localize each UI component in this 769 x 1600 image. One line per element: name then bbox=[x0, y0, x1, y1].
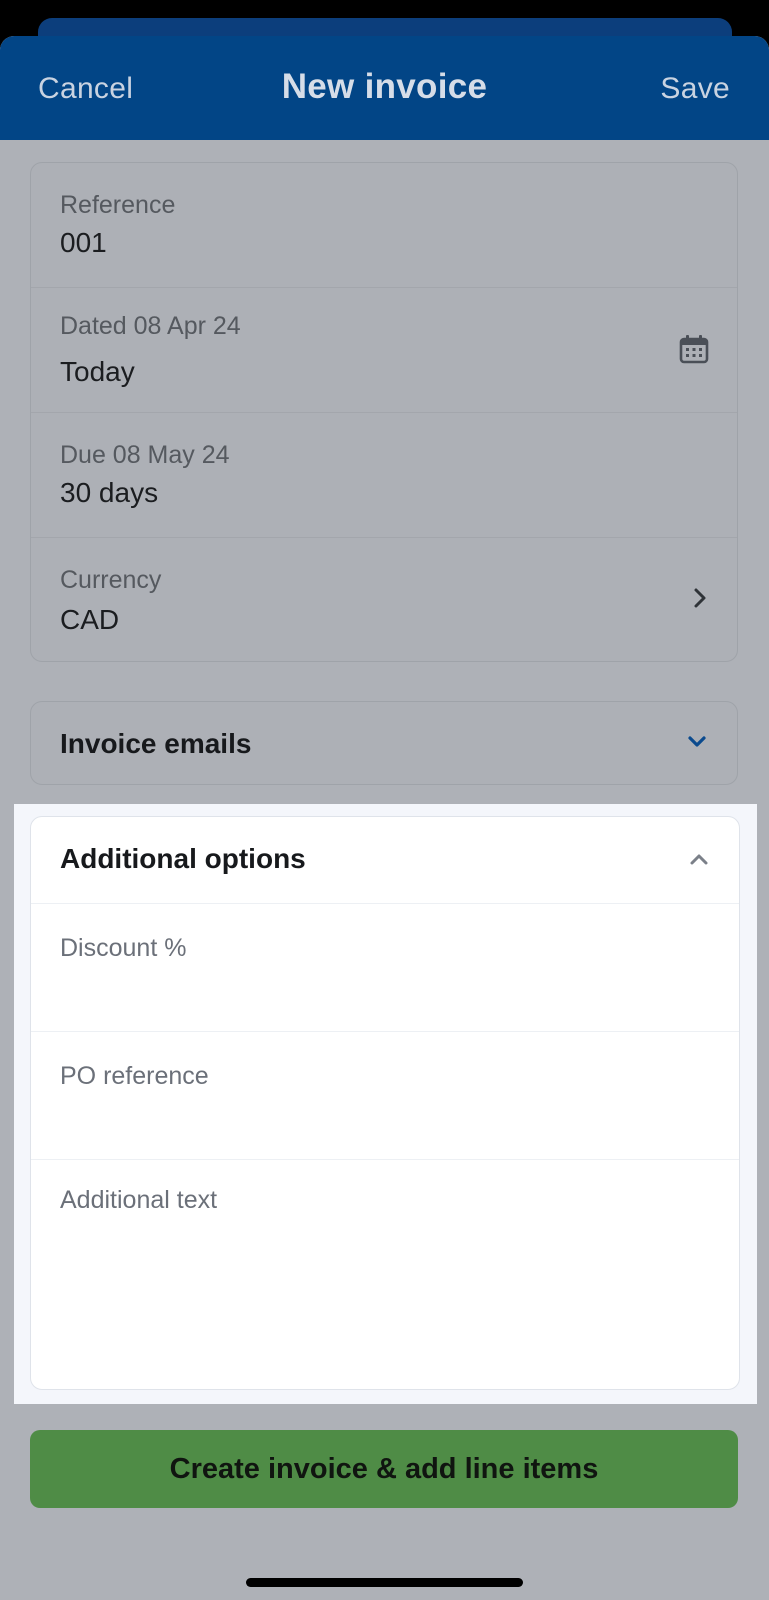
due-field[interactable]: Due 08 May 24 30 days bbox=[31, 413, 737, 537]
reference-field[interactable]: Reference 001 bbox=[31, 163, 737, 287]
discount-label: Discount % bbox=[60, 934, 187, 962]
chevron-down-icon[interactable] bbox=[685, 732, 709, 752]
currency-value: CAD bbox=[60, 604, 120, 635]
currency-label: Currency bbox=[60, 566, 162, 594]
additional-options-section: Additional options Discount % PO referen… bbox=[30, 816, 740, 1390]
dated-value: Today bbox=[60, 356, 135, 387]
additional-text-label: Additional text bbox=[60, 1186, 218, 1214]
additional-options-header[interactable]: Additional options bbox=[31, 817, 739, 903]
additional-options-highlight: Additional options Discount % PO referen… bbox=[14, 804, 757, 1404]
invoice-emails-title: Invoice emails bbox=[60, 728, 252, 759]
due-value: 30 days bbox=[60, 477, 159, 508]
calendar-icon[interactable] bbox=[679, 334, 709, 364]
invoice-details-card: Reference 001 Dated 08 Apr 24 Today Due bbox=[30, 162, 738, 662]
navigation-bar: Cancel New invoice Save bbox=[0, 36, 769, 140]
reference-value: 001 bbox=[60, 227, 107, 258]
additional-options-title: Additional options bbox=[60, 843, 306, 874]
reference-label: Reference bbox=[60, 191, 176, 219]
dated-field[interactable]: Dated 08 Apr 24 Today bbox=[31, 288, 737, 412]
chevron-right-icon bbox=[694, 588, 706, 608]
invoice-sheet: Cancel New invoice Save Reference 001 Da… bbox=[0, 36, 769, 1600]
chevron-up-icon[interactable] bbox=[687, 849, 711, 869]
po-reference-field[interactable]: PO reference bbox=[31, 1032, 739, 1159]
due-label: Due 08 May 24 bbox=[60, 441, 230, 469]
invoice-emails-section[interactable]: Invoice emails bbox=[30, 701, 738, 785]
po-reference-label: PO reference bbox=[60, 1062, 209, 1090]
dated-label: Dated 08 Apr 24 bbox=[60, 312, 241, 340]
save-button[interactable]: Save bbox=[660, 72, 730, 106]
page-title: New invoice bbox=[281, 67, 488, 106]
additional-text-field[interactable]: Additional text bbox=[31, 1160, 739, 1389]
currency-field[interactable]: Currency CAD bbox=[31, 538, 737, 661]
create-invoice-button[interactable]: Create invoice & add line items bbox=[30, 1430, 738, 1508]
discount-field[interactable]: Discount % bbox=[31, 904, 739, 1031]
home-indicator bbox=[246, 1578, 523, 1587]
